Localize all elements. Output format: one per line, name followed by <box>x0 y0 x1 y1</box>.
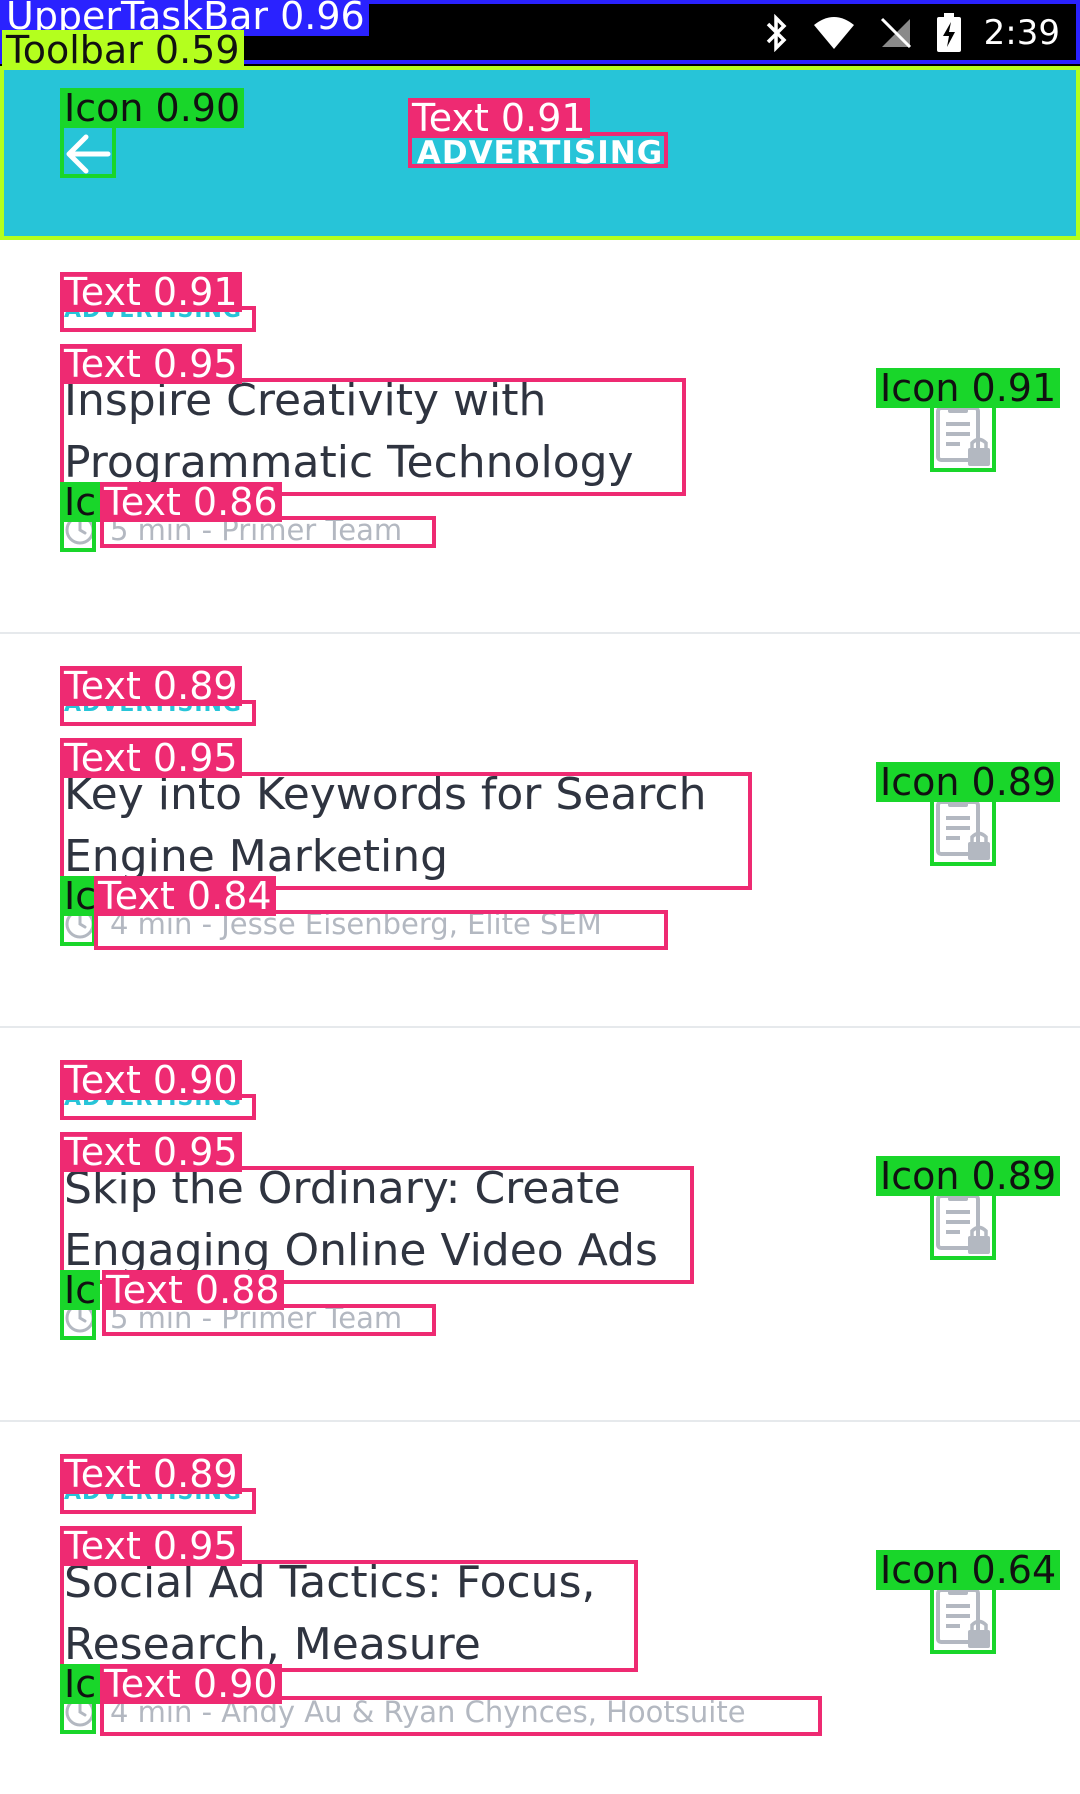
status-bar: 2:39 <box>0 0 1080 66</box>
article-title[interactable]: Social Ad Tactics: Focus, Research, Meas… <box>64 1552 764 1676</box>
article-category: ADVERTISING <box>64 692 242 717</box>
locked-clipboard-icon[interactable] <box>930 1582 994 1650</box>
article-meta-text: 4 min - Andy Au & Ryan Chynces, Hootsuit… <box>110 1695 746 1729</box>
article-meta: 4 min - Jesse Eisenberg, Elite SEM <box>64 904 602 944</box>
battery-charging-icon <box>936 13 961 52</box>
status-bar-right: 2:39 <box>764 0 1060 66</box>
android-icon <box>195 19 219 44</box>
photo-icon <box>22 22 52 44</box>
article-meta: 5 min - Primer Team <box>64 510 402 550</box>
clock-icon <box>65 909 95 939</box>
article-card[interactable]: ADVERTISING Social Ad Tactics: Focus, Re… <box>0 1422 1080 1794</box>
article-category: ADVERTISING <box>64 1086 242 1111</box>
article-meta-text: 4 min - Jesse Eisenberg, Elite SEM <box>110 907 602 941</box>
article-title[interactable]: Inspire Creativity with Programmatic Tec… <box>64 370 764 494</box>
article-card[interactable]: ADVERTISING Inspire Creativity with Prog… <box>0 240 1080 634</box>
clock-icon <box>65 1697 95 1727</box>
article-meta-text: 5 min - Primer Team <box>110 1301 403 1335</box>
page-title: ADVERTISING <box>416 135 664 171</box>
article-card[interactable]: ADVERTISING Key into Keywords for Search… <box>0 634 1080 1028</box>
article-title[interactable]: Skip the Ordinary: Create Engaging Onlin… <box>64 1158 764 1282</box>
article-meta: 5 min - Primer Team <box>64 1298 402 1338</box>
locked-clipboard-icon[interactable] <box>930 794 994 862</box>
article-list: ADVERTISING Inspire Creativity with Prog… <box>0 240 1080 1794</box>
wifi-icon <box>813 17 854 49</box>
article-category: ADVERTISING <box>64 298 242 323</box>
status-bar-left <box>20 0 224 66</box>
satellite-icon <box>77 18 111 46</box>
bluetooth-icon <box>766 14 787 52</box>
clock-icon <box>65 1303 95 1333</box>
no-sim-icon <box>880 17 911 49</box>
toolbar: ADVERTISING <box>0 66 1080 240</box>
article-category: ADVERTISING <box>64 1480 242 1505</box>
article-title[interactable]: Key into Keywords for Search Engine Mark… <box>64 764 764 888</box>
info-circle-icon <box>135 17 167 49</box>
article-meta-text: 5 min - Primer Team <box>110 513 403 547</box>
clock-time: 2:39 <box>983 13 1060 53</box>
locked-clipboard-icon[interactable] <box>930 1188 994 1256</box>
article-card[interactable]: ADVERTISING Skip the Ordinary: Create En… <box>0 1028 1080 1422</box>
article-meta: 4 min - Andy Au & Ryan Chynces, Hootsuit… <box>64 1692 746 1732</box>
locked-clipboard-icon[interactable] <box>930 400 994 468</box>
clock-icon <box>65 515 95 545</box>
